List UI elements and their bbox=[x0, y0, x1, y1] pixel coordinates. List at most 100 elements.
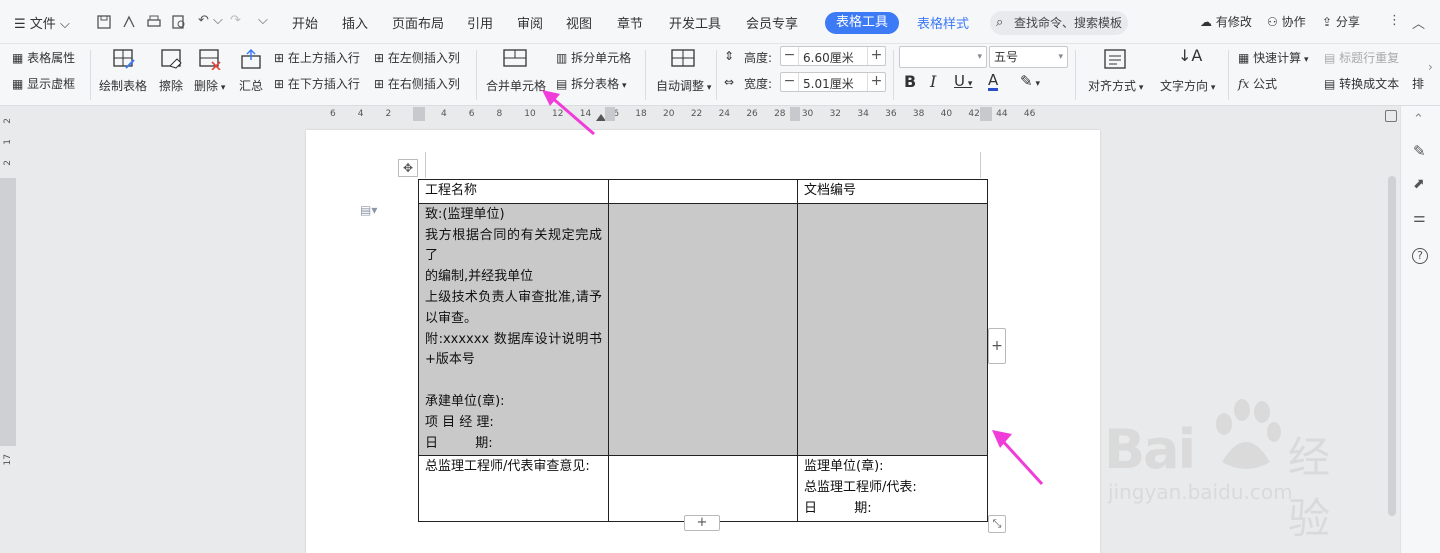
table-move-handle-icon[interactable]: ✥ bbox=[398, 159, 418, 177]
left-indent-marker[interactable] bbox=[413, 107, 425, 121]
chevron-down-icon: ⌵ bbox=[55, 17, 70, 32]
table-cell[interactable] bbox=[608, 455, 798, 522]
more-icon[interactable]: ⋮ bbox=[1388, 13, 1401, 28]
ruler-tick-label: 24 bbox=[718, 109, 731, 119]
increase-height-button[interactable]: + bbox=[867, 47, 885, 65]
tab-chapter[interactable]: 章节 bbox=[617, 13, 643, 32]
print-preview-icon[interactable] bbox=[171, 14, 187, 30]
tab-developer[interactable]: 开发工具 bbox=[669, 13, 721, 32]
tab-references[interactable]: 引用 bbox=[467, 13, 493, 32]
column-marker[interactable] bbox=[605, 107, 615, 121]
delete-button[interactable]: 删除 ▾ bbox=[194, 77, 225, 94]
font-name-select[interactable]: ▾ bbox=[899, 46, 987, 68]
sort-button[interactable]: 排 bbox=[1412, 75, 1424, 92]
document-table[interactable]: 工程名称 文档编号 致:(监理单位) 我方根据合同的有关规定完成 了 的编制,并… bbox=[418, 179, 988, 522]
add-column-button[interactable]: + bbox=[988, 328, 1006, 364]
insert-col-left-button[interactable]: ⊞ 在左侧插入列 bbox=[374, 49, 460, 66]
formula-button[interactable]: fx 公式 bbox=[1238, 75, 1277, 92]
share-button[interactable]: ⇪ 分享 bbox=[1322, 13, 1360, 30]
merge-cells-button[interactable]: 合并单元格 bbox=[486, 77, 546, 94]
modified-status[interactable]: ☁ 有修改 bbox=[1200, 13, 1252, 30]
text-direction-button[interactable]: 文字方向 ▾ bbox=[1160, 77, 1215, 94]
cursor-icon[interactable]: ⬈ bbox=[1413, 176, 1425, 192]
table-properties-button[interactable]: ▦ 表格属性 bbox=[12, 49, 75, 66]
bold-icon[interactable]: B bbox=[904, 72, 916, 91]
increase-width-button[interactable]: + bbox=[867, 73, 885, 91]
tab-table-style[interactable]: 表格样式 bbox=[917, 13, 969, 32]
auto-adjust-button[interactable]: 自动调整 ▾ bbox=[656, 77, 711, 94]
underline-icon[interactable]: U ▾ bbox=[954, 72, 972, 90]
scroll-ribbon-right-icon[interactable]: › bbox=[1428, 60, 1433, 74]
resize-table-handle-icon[interactable]: ⤡ bbox=[988, 515, 1006, 533]
convert-to-text-button[interactable]: ▤ 转换成文本 bbox=[1324, 75, 1399, 92]
font-color-icon[interactable]: A bbox=[988, 72, 999, 91]
tab-table-tools[interactable]: 表格工具 bbox=[825, 12, 900, 34]
settings-sliders-icon[interactable]: ⚌ bbox=[1413, 210, 1426, 226]
height-stepper[interactable]: − 6.60厘米 + bbox=[780, 46, 886, 66]
paragraph-menu-icon[interactable]: ▤▾ bbox=[360, 203, 377, 217]
table-cell[interactable] bbox=[608, 179, 798, 204]
auto-fit-icon bbox=[671, 49, 695, 67]
undo-icon[interactable]: ↶ ⌵ bbox=[198, 13, 223, 28]
insert-col-right-button[interactable]: ⊞ 在右侧插入列 bbox=[374, 75, 460, 92]
gridlines-icon: ▦ bbox=[12, 77, 28, 91]
width-stepper[interactable]: − 5.01厘米 + bbox=[780, 72, 886, 92]
redo-icon[interactable]: ↷ bbox=[230, 13, 241, 28]
customize-quick-access-icon[interactable]: ⌵ bbox=[258, 13, 268, 28]
tab-start[interactable]: 开始 bbox=[292, 13, 318, 32]
highlight-icon[interactable]: ✎ ▾ bbox=[1020, 72, 1040, 90]
tab-view[interactable]: 视图 bbox=[566, 13, 592, 32]
help-icon[interactable]: ? bbox=[1412, 248, 1428, 264]
table-cell[interactable]: 文档编号 bbox=[797, 179, 988, 204]
annotation-arrow-icon bbox=[542, 90, 595, 136]
quick-calc-button[interactable]: ▦ 快速计算 ▾ bbox=[1238, 49, 1309, 66]
column-marker[interactable] bbox=[790, 107, 800, 121]
table-cell[interactable]: 监理单位(章): 总监理工程师/代表: 日 期: bbox=[797, 455, 988, 522]
right-side-panel: ⌃ ✎ ⬈ ⚌ ? bbox=[1385, 106, 1440, 553]
collapse-ribbon-icon[interactable]: ︿ bbox=[1412, 13, 1425, 32]
export-icon[interactable] bbox=[121, 14, 137, 30]
ruler-tick-label: 2 bbox=[3, 160, 13, 166]
tab-review[interactable]: 审阅 bbox=[517, 13, 543, 32]
tab-page-layout[interactable]: 页面布局 bbox=[392, 13, 444, 32]
width-label: 宽度: bbox=[744, 77, 773, 91]
selected-table-cell[interactable]: 致:(监理单位) 我方根据合同的有关规定完成 了 的编制,并经我单位 上级技术负… bbox=[418, 202, 609, 457]
vertical-scrollbar[interactable] bbox=[1388, 176, 1396, 516]
italic-icon[interactable]: I bbox=[930, 72, 936, 91]
split-cells-button[interactable]: ▥ 拆分单元格 bbox=[556, 49, 631, 66]
panel-toggle-icon[interactable] bbox=[1385, 110, 1397, 122]
show-gridlines-button[interactable]: ▦ 显示虚框 bbox=[12, 75, 75, 92]
search-input[interactable]: ⌕ 查找命令、搜索模板 bbox=[990, 11, 1128, 35]
collapse-icon[interactable]: ⌃ bbox=[1413, 112, 1424, 127]
decrease-height-button[interactable]: − bbox=[781, 47, 799, 65]
table-properties-icon: ▦ bbox=[12, 51, 28, 65]
align-button[interactable]: 对齐方式 ▾ bbox=[1088, 77, 1143, 94]
pen-icon[interactable]: ✎ bbox=[1413, 142, 1426, 160]
insert-row-below-button[interactable]: ⊞ 在下方插入行 bbox=[274, 75, 360, 92]
erase-button[interactable]: 擦除 bbox=[159, 77, 183, 94]
summary-button[interactable]: 汇总 bbox=[239, 77, 263, 94]
add-row-button[interactable]: + bbox=[684, 515, 720, 531]
insert-row-above-button[interactable]: ⊞ 在上方插入行 bbox=[274, 49, 360, 66]
tab-member[interactable]: 会员专享 bbox=[746, 13, 798, 32]
tab-insert[interactable]: 插入 bbox=[342, 13, 368, 32]
cloud-icon: ☁ bbox=[1200, 15, 1216, 29]
font-size-select[interactable]: 五号 ▾ bbox=[989, 46, 1068, 68]
doc-number-label: 文档编号 bbox=[804, 183, 857, 198]
height-input[interactable]: 6.60厘米 bbox=[803, 49, 854, 66]
ruler-tick-label: 8 bbox=[496, 109, 503, 119]
right-indent-marker[interactable] bbox=[980, 107, 992, 121]
table-cell[interactable]: 总监理工程师/代表审查意见: bbox=[418, 455, 609, 522]
file-menu[interactable]: ☰ 文件 ⌵ bbox=[14, 13, 70, 32]
table-cell[interactable]: 工程名称 bbox=[418, 179, 609, 204]
save-icon[interactable] bbox=[96, 14, 112, 30]
supervisor-signature-block: 监理单位(章): 总监理工程师/代表: 日 期: bbox=[804, 459, 917, 516]
selected-table-cell[interactable] bbox=[797, 202, 988, 457]
width-input[interactable]: 5.01厘米 bbox=[803, 75, 854, 92]
decrease-width-button[interactable]: − bbox=[781, 73, 799, 91]
print-icon[interactable] bbox=[146, 14, 162, 30]
collab-button[interactable]: ⚇ 协作 bbox=[1267, 13, 1306, 30]
draw-table-button[interactable]: 绘制表格 bbox=[99, 77, 147, 94]
repeat-header-button[interactable]: ▤ 标题行重复 bbox=[1324, 49, 1399, 66]
horizontal-ruler[interactable]: 6422468101214161820222426283032343638404… bbox=[0, 106, 1400, 124]
